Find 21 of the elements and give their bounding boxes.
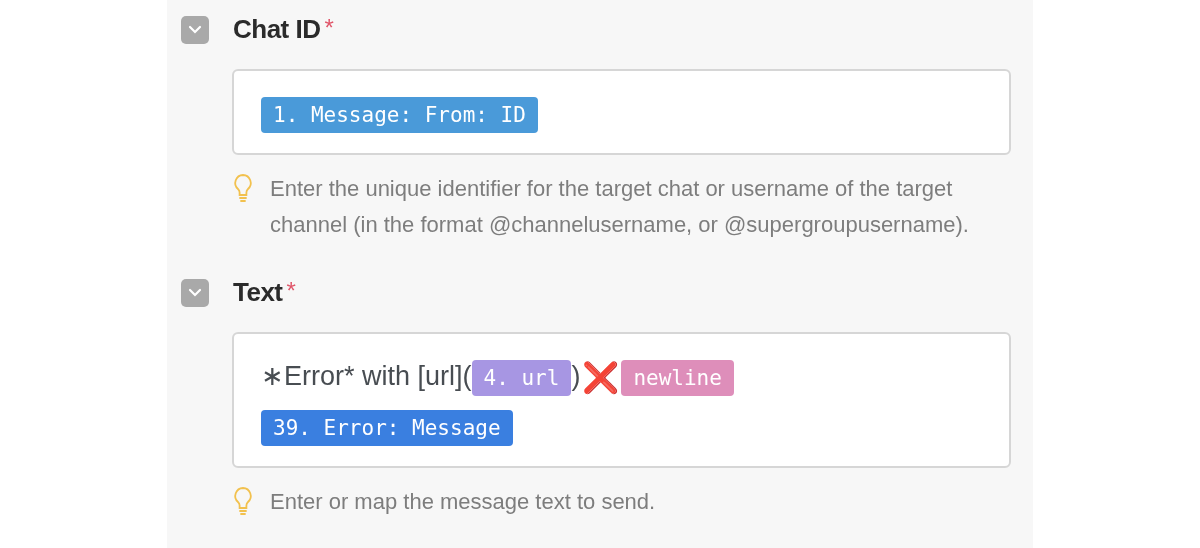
- lightbulb-icon: [232, 173, 254, 203]
- chevron-down-icon: [188, 287, 202, 298]
- collapse-toggle[interactable]: [181, 278, 209, 307]
- hint-text: Enter the unique identifier for the target chat or username of the target channel (in the format @channelusername, or @supergroupusername).: [270, 175, 970, 239]
- chevron-down-icon: [188, 24, 202, 35]
- variable-pill[interactable]: newline: [621, 359, 734, 396]
- variable-pill[interactable]: 1. Message: From: ID: [261, 96, 538, 133]
- collapse-toggle[interactable]: [181, 15, 209, 44]
- lightbulb-icon: [232, 485, 254, 516]
- field-label: Text: [233, 276, 283, 309]
- variable-pill[interactable]: 39. Error: Message: [261, 409, 513, 446]
- text-run: ∗Error* with [url](: [261, 361, 472, 391]
- required-asterisk: *: [286, 276, 296, 306]
- required-asterisk: *: [324, 13, 334, 43]
- input-field[interactable]: 1. Message: From: ID: [232, 69, 1011, 155]
- text-run: ): [571, 361, 581, 391]
- hint-text: Enter or map the message text to send.: [270, 487, 656, 516]
- variable-pill[interactable]: 4. url: [471, 359, 572, 396]
- cross-mark: ❌: [582, 360, 620, 394]
- field-label: Chat ID: [233, 13, 321, 46]
- input-field[interactable]: ∗Error* with [url]( 4. url )❌ newline 39. Error: Message: [232, 332, 1011, 468]
